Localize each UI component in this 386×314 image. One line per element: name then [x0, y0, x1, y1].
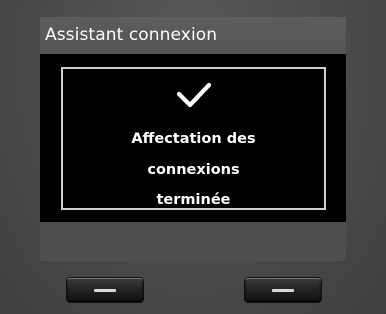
left-softkey-button[interactable]	[67, 278, 143, 302]
message-line-3: terminée	[156, 192, 231, 208]
dash-icon	[272, 289, 294, 292]
confirmation-dialog: Affectation des connexions terminée	[61, 67, 326, 210]
softkey-label-bar	[40, 222, 346, 261]
message-line-1: Affectation des	[131, 131, 256, 147]
dash-icon	[94, 289, 116, 292]
title-bar: Assistant connexion	[40, 17, 346, 54]
right-softkey-button[interactable]	[245, 278, 321, 302]
screen-content: Affectation des connexions terminée	[40, 54, 346, 222]
phone-device: Assistant connexion Affectation des conn…	[0, 0, 386, 314]
checkmark-icon	[176, 82, 212, 108]
display-screen: Assistant connexion Affectation des conn…	[40, 17, 346, 261]
message-line-2: connexions	[147, 162, 240, 178]
screen-title: Assistant connexion	[45, 25, 218, 45]
